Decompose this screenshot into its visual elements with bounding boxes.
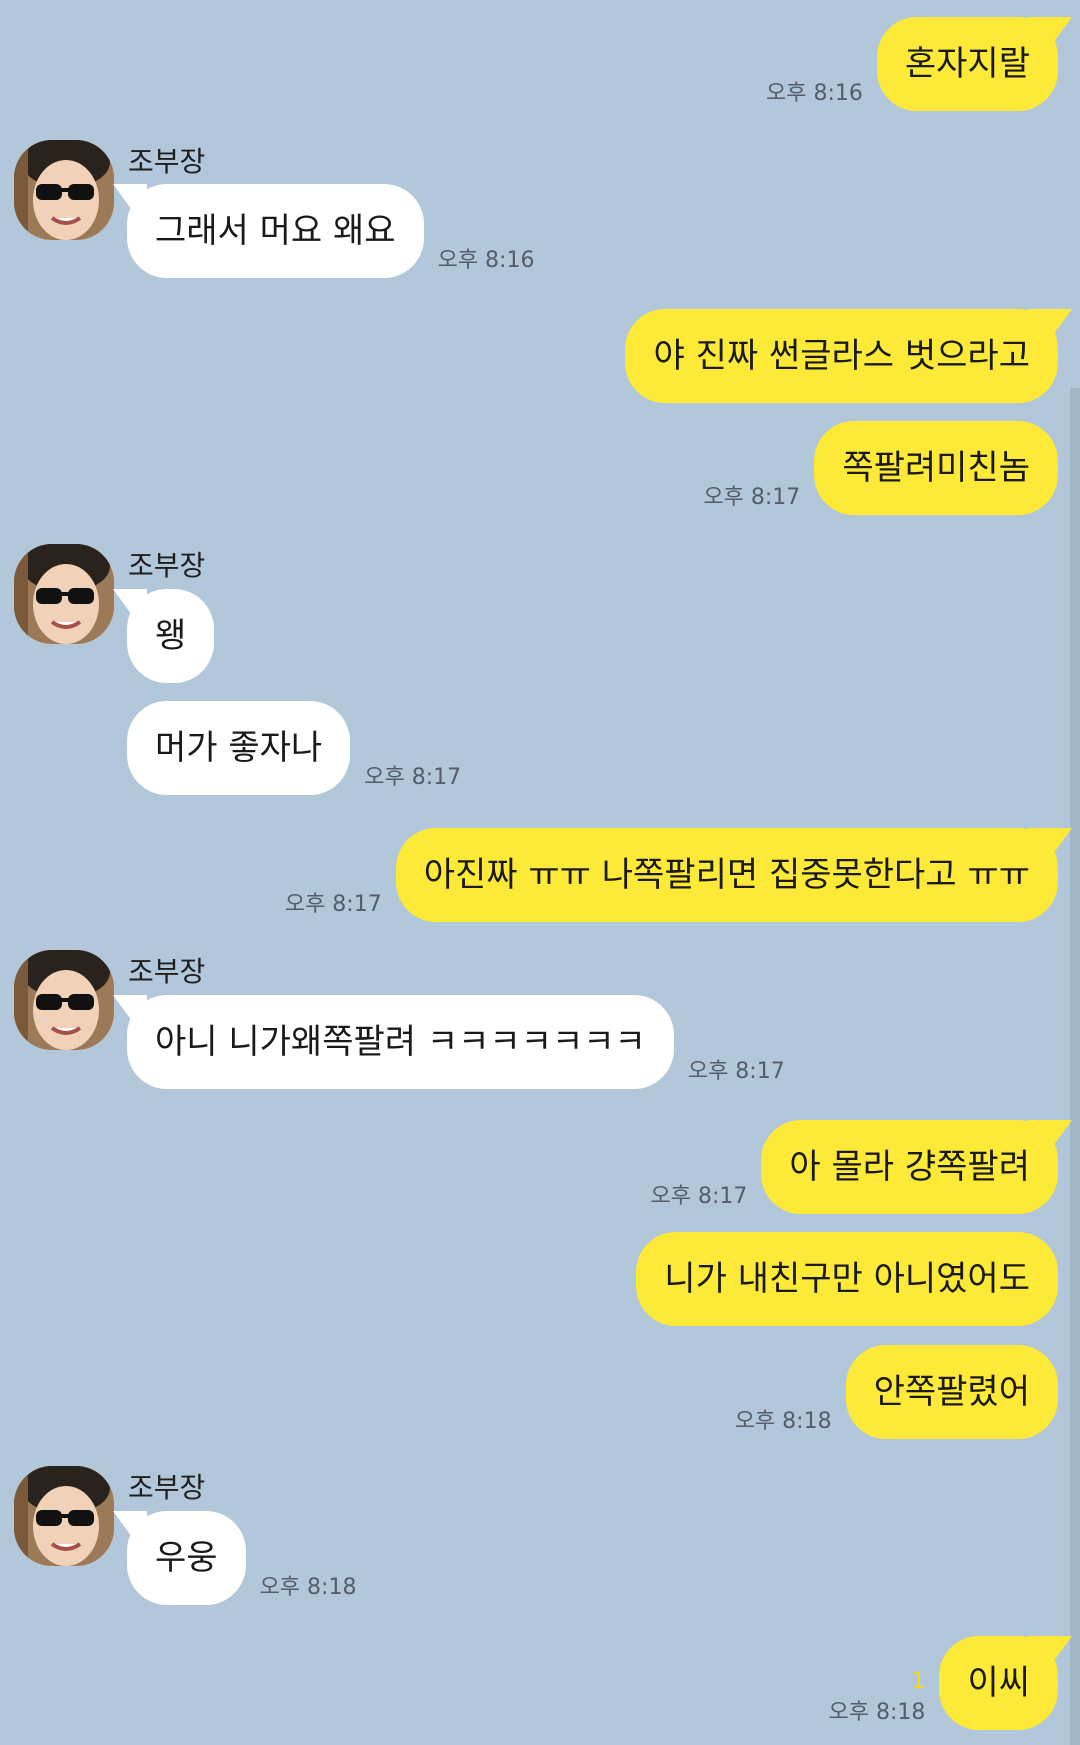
message-bubble-me[interactable]: 아진짜 ㅠㅠ 나쪽팔리면 집중못한다고 ㅠㅠ — [395, 828, 1058, 922]
message-meta: 오후 8:17 — [285, 886, 396, 922]
message-bubble-me[interactable]: 이씨 — [939, 1636, 1058, 1730]
message-bubble-other[interactable]: 아니 니가왜쪽팔려 ㅋㅋㅋㅋㅋㅋㅋ — [127, 995, 674, 1089]
sender-name: 조부장 — [128, 145, 206, 178]
message-time: 오후 8:18 — [828, 1700, 926, 1725]
profile-photo-icon — [14, 1466, 114, 1566]
message-row-me: 오후 8:17 아 몰라 걍쪽팔려 — [651, 1120, 1058, 1214]
message-row-me: 니가 내친구만 아니였어도 — [636, 1232, 1058, 1326]
message-row-other: 아니 니가왜쪽팔려 ㅋㅋㅋㅋㅋㅋㅋ 오후 8:17 — [127, 995, 785, 1089]
message-bubble-me[interactable]: 야 진짜 썬글라스 벗으라고 — [625, 309, 1058, 403]
message-bubble-other[interactable]: 왱 — [127, 589, 215, 683]
profile-avatar[interactable] — [14, 140, 114, 240]
message-time: 오후 8:18 — [734, 1409, 832, 1434]
message-time: 오후 8:17 — [364, 765, 462, 790]
message-time: 오후 8:17 — [703, 485, 801, 510]
message-time: 오후 8:16 — [437, 248, 535, 273]
sender-name: 조부장 — [128, 549, 206, 582]
message-row-me: 야 진짜 썬글라스 벗으라고 — [625, 309, 1058, 403]
message-time: 오후 8:17 — [687, 1059, 785, 1084]
sender-name: 조부장 — [128, 955, 206, 988]
message-bubble-me[interactable]: 니가 내친구만 아니였어도 — [636, 1232, 1058, 1326]
message-row-me: 오후 8:16 혼자지랄 — [766, 17, 1058, 111]
message-bubble-me[interactable]: 안쪽팔렸어 — [845, 1345, 1058, 1439]
message-bubble-me[interactable]: 아 몰라 걍쪽팔려 — [761, 1120, 1058, 1214]
message-time: 오후 8:18 — [259, 1575, 357, 1600]
message-time: 오후 8:17 — [650, 1184, 748, 1209]
message-meta: 오후 8:17 — [703, 479, 814, 515]
message-bubble-other[interactable]: 머가 좋자나 — [127, 701, 351, 795]
profile-photo-icon — [14, 140, 114, 240]
profile-avatar[interactable] — [14, 950, 114, 1050]
scrollbar[interactable] — [1070, 388, 1080, 1745]
message-meta: 오후 8:17 — [651, 1178, 762, 1214]
profile-photo-icon — [14, 950, 114, 1050]
message-meta: 오후 8:18 — [735, 1403, 846, 1439]
message-time: 오후 8:17 — [284, 892, 382, 917]
profile-avatar[interactable] — [14, 1466, 114, 1566]
unread-count: 1 — [911, 1669, 926, 1694]
message-time: 오후 8:16 — [765, 81, 863, 106]
message-row-me: 오후 8:18 안쪽팔렸어 — [735, 1345, 1058, 1439]
message-row-me: 1 오후 8:18 이씨 — [829, 1636, 1058, 1730]
profile-avatar[interactable] — [14, 544, 114, 644]
message-bubble-me[interactable]: 쪽팔려미친놈 — [814, 421, 1058, 515]
message-bubble-other[interactable]: 그래서 머요 왜요 — [127, 184, 424, 278]
profile-photo-icon — [14, 544, 114, 644]
message-row-me: 오후 8:17 쪽팔려미친놈 — [703, 421, 1058, 515]
sender-name: 조부장 — [128, 1471, 206, 1504]
message-bubble-me[interactable]: 혼자지랄 — [876, 17, 1058, 111]
message-row-other: 왱 — [127, 589, 215, 683]
message-row-other: 그래서 머요 왜요 오후 8:16 — [127, 184, 534, 278]
message-bubble-other[interactable]: 우웅 — [127, 1511, 246, 1605]
chat-room[interactable]: 오후 8:16 혼자지랄 조부장 그래서 머요 왜요 오후 8:16 야 진짜 … — [0, 0, 1080, 1745]
message-row-me: 오후 8:17 아진짜 ㅠㅠ 나쪽팔리면 집중못한다고 ㅠㅠ — [285, 828, 1058, 922]
message-meta: 1 오후 8:18 — [829, 1669, 940, 1730]
message-row-other: 우웅 오후 8:18 — [127, 1511, 356, 1605]
message-row-other: 머가 좋자나 오후 8:17 — [127, 701, 461, 795]
message-meta: 오후 8:16 — [766, 75, 877, 111]
